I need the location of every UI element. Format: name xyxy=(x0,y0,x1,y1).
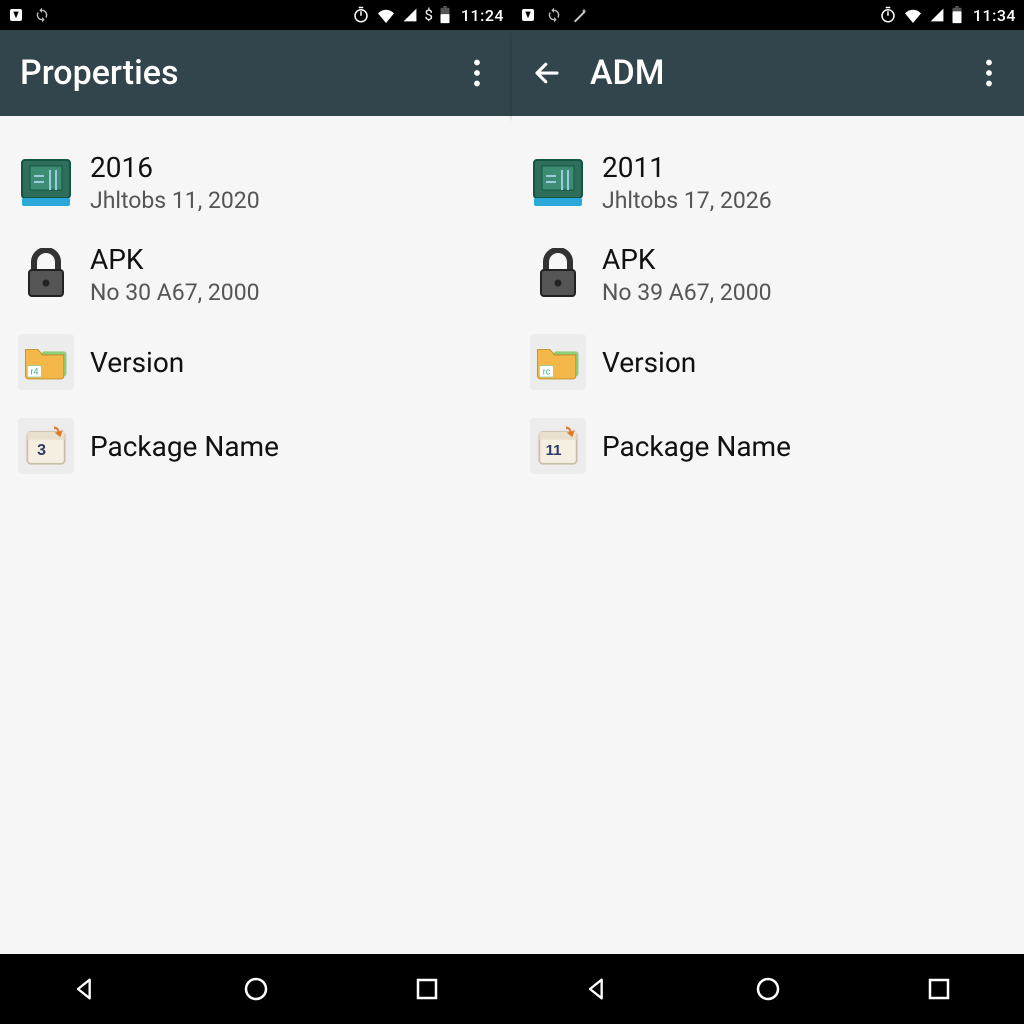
nav-recent-button[interactable] xyxy=(899,964,979,1014)
content-list: 2011 Jhltobs 17, 2026 APK No 39 A67, 200… xyxy=(512,116,1024,954)
wand-icon xyxy=(572,7,588,23)
svg-text:rc: rc xyxy=(543,366,551,376)
floppy-icon xyxy=(530,154,586,210)
status-extra-text: $ xyxy=(424,6,432,24)
nav-home-button[interactable] xyxy=(728,964,808,1014)
status-bar: $ 11:24 xyxy=(0,0,512,30)
item-title: APK xyxy=(90,242,494,277)
lock-icon xyxy=(530,246,586,302)
dual-screenshot: $ 11:24 Properties 2016 Jhltobs 11, 2020 xyxy=(0,0,1024,1024)
shield-icon xyxy=(8,7,24,23)
item-title: 2016 xyxy=(90,150,494,185)
calendar-icon: 11 xyxy=(530,418,586,474)
folder-icon: r4 xyxy=(18,334,74,390)
status-bar: 11:34 xyxy=(512,0,1024,30)
wifi-icon xyxy=(903,7,923,23)
folder-icon: rc xyxy=(530,334,586,390)
item-title: Version xyxy=(602,345,1006,380)
nav-home-button[interactable] xyxy=(216,964,296,1014)
list-item[interactable]: 2011 Jhltobs 17, 2026 xyxy=(512,136,1024,228)
list-item[interactable]: rc Version xyxy=(512,320,1024,404)
floppy-icon xyxy=(18,154,74,210)
item-title: Version xyxy=(90,345,494,380)
svg-text:r4: r4 xyxy=(30,366,38,376)
sync-icon xyxy=(546,7,562,23)
app-bar: Properties xyxy=(0,30,512,116)
shield-icon xyxy=(520,7,536,23)
clock-text: 11:24 xyxy=(461,6,504,25)
svg-text:3: 3 xyxy=(37,442,46,459)
list-item[interactable]: 3 Package Name xyxy=(0,404,512,488)
item-title: Package Name xyxy=(602,429,1006,464)
item-title: Package Name xyxy=(90,429,494,464)
content-list: 2016 Jhltobs 11, 2020 APK No 30 A67, 200… xyxy=(0,116,512,954)
item-subtitle: No 30 A67, 2000 xyxy=(90,279,494,306)
battery-icon xyxy=(439,6,451,24)
cell-signal-icon xyxy=(929,7,945,23)
timer-icon xyxy=(879,6,897,24)
nav-bar xyxy=(0,954,512,1024)
list-item[interactable]: 2016 Jhltobs 11, 2020 xyxy=(0,136,512,228)
nav-recent-button[interactable] xyxy=(387,964,467,1014)
page-title: Properties xyxy=(20,53,462,93)
list-item[interactable]: APK No 30 A67, 2000 xyxy=(0,228,512,320)
wifi-icon xyxy=(376,7,396,23)
list-item[interactable]: 11 Package Name xyxy=(512,404,1024,488)
overflow-menu-button[interactable] xyxy=(462,59,492,87)
item-subtitle: Jhltobs 11, 2020 xyxy=(90,187,494,214)
timer-icon xyxy=(352,6,370,24)
item-title: 2011 xyxy=(602,150,1006,185)
list-item[interactable]: APK No 39 A67, 2000 xyxy=(512,228,1024,320)
page-title: ADM xyxy=(590,53,974,93)
calendar-icon: 3 xyxy=(18,418,74,474)
nav-bar xyxy=(512,954,1024,1024)
cell-signal-icon xyxy=(402,7,418,23)
phone-right: 11:34 ADM 2011 Jhltobs 17, 2026 xyxy=(512,0,1024,1024)
phone-left: $ 11:24 Properties 2016 Jhltobs 11, 2020 xyxy=(0,0,512,1024)
nav-back-button[interactable] xyxy=(557,964,637,1014)
overflow-menu-button[interactable] xyxy=(974,59,1004,87)
clock-text: 11:34 xyxy=(973,6,1016,25)
sync-icon xyxy=(34,7,50,23)
item-title: APK xyxy=(602,242,1006,277)
item-subtitle: Jhltobs 17, 2026 xyxy=(602,187,1006,214)
app-bar: ADM xyxy=(512,30,1024,116)
back-button[interactable] xyxy=(532,58,576,88)
nav-back-button[interactable] xyxy=(45,964,125,1014)
list-item[interactable]: r4 Version xyxy=(0,320,512,404)
battery-icon xyxy=(951,6,963,24)
svg-text:11: 11 xyxy=(546,442,562,459)
lock-icon xyxy=(18,246,74,302)
item-subtitle: No 39 A67, 2000 xyxy=(602,279,1006,306)
